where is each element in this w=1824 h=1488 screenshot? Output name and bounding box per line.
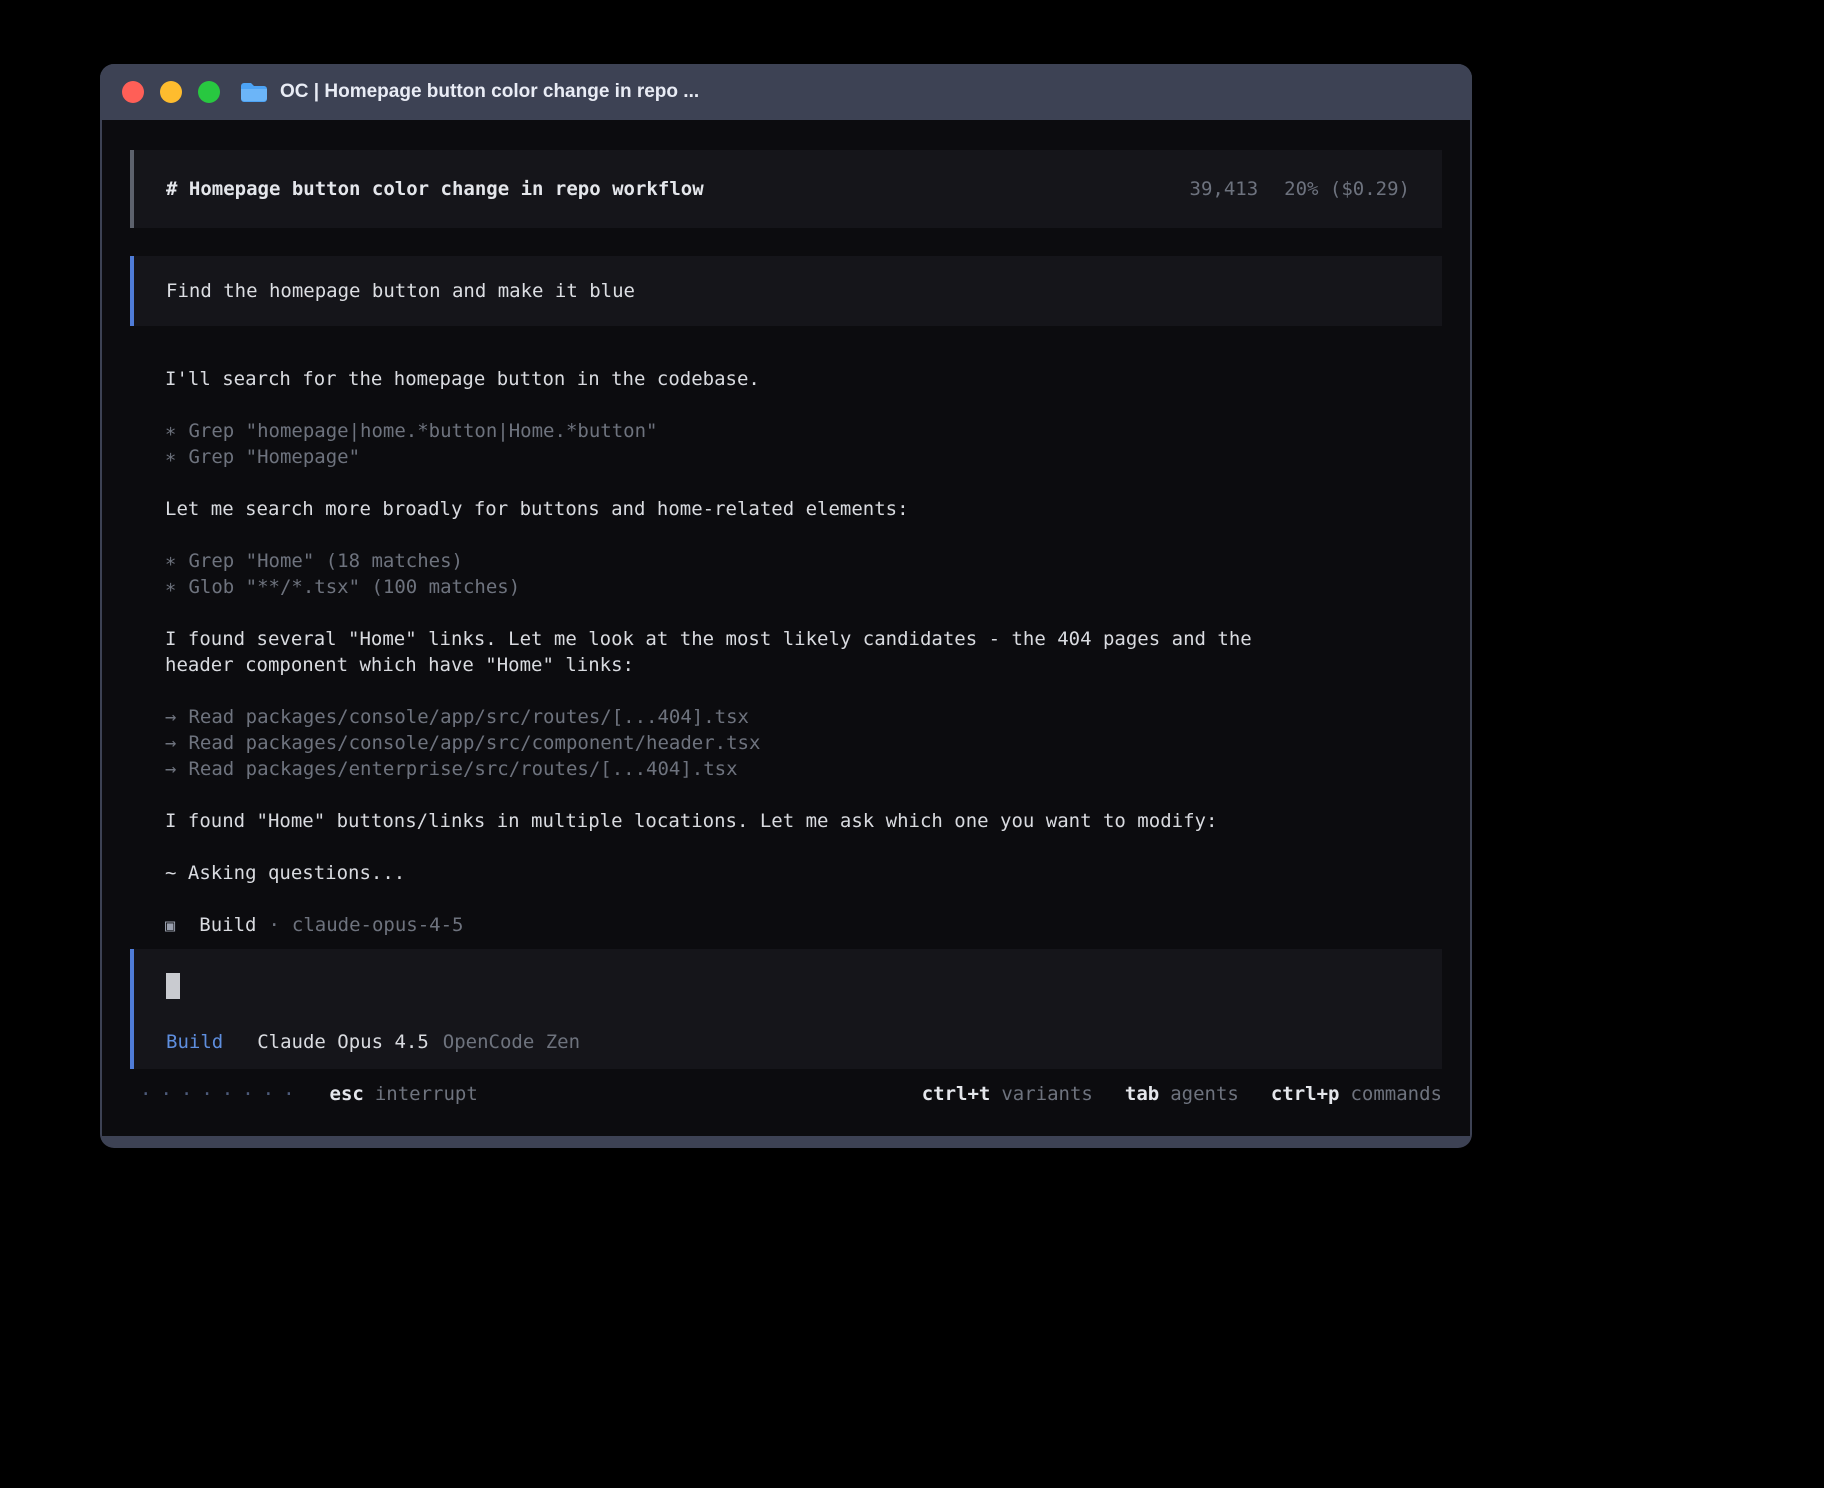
tool-call-text: Grep "Home" (18 matches) — [188, 550, 463, 572]
tool-call-group: ∗ Grep "Home" (18 matches) ∗ Glob "**/*.ts… — [165, 548, 1407, 600]
dot-separator: · — [268, 914, 279, 936]
user-message-text: Find the homepage button and make it blu… — [166, 280, 635, 302]
tool-call: ∗ Grep "Homepage" — [165, 444, 1407, 470]
token-count: 39,413 — [1190, 178, 1259, 200]
session-header: # Homepage button color change in repo w… — [130, 150, 1442, 228]
window-titlebar[interactable]: OC | Homepage button color change in rep… — [100, 64, 1472, 120]
agent-status-icon: ▣ — [165, 916, 175, 936]
close-button[interactable] — [122, 81, 144, 103]
tool-call-text: Glob "**/*.tsx" (100 matches) — [188, 576, 520, 598]
tool-call: ∗ Grep "Home" (18 matches) — [165, 548, 1407, 574]
interrupt-label: interrupt — [375, 1083, 478, 1105]
model-label: Claude Opus 4.5 — [257, 1031, 429, 1053]
tool-call: → Read packages/console/app/src/component… — [165, 730, 1407, 756]
arrow-marker-icon: → — [165, 730, 176, 756]
variants-label: variants — [1001, 1083, 1093, 1105]
tool-call-text: Grep "homepage|home.*button|Home.*button… — [188, 420, 657, 442]
arrow-marker-icon: → — [165, 704, 176, 730]
assistant-paragraph: I'll search for the homepage button in t… — [165, 366, 1407, 392]
window-title: OC | Homepage button color change in rep… — [280, 81, 699, 103]
status-bar: ········ esc interrupt ctrl+t variants tab… — [130, 1083, 1442, 1105]
asterisk-marker-icon: ∗ — [165, 418, 176, 444]
agent-model: claude-opus-4-5 — [292, 914, 464, 936]
arrow-marker-icon: → — [165, 756, 176, 782]
spinner-icon: ········ — [140, 1083, 304, 1105]
user-message: Find the homepage button and make it blu… — [130, 256, 1442, 326]
terminal-content: # Homepage button color change in repo w… — [102, 120, 1470, 1136]
input-status-row: Build Claude Opus 4.5 OpenCode Zen — [166, 1031, 1410, 1053]
title-group: OC | Homepage button color change in rep… — [240, 81, 699, 103]
tool-call-group: → Read packages/console/app/src/routes/[.… — [165, 704, 1407, 782]
agent-name: Build — [199, 914, 256, 936]
ctrl-p-key-hint: ctrl+p — [1271, 1083, 1340, 1105]
asterisk-marker-icon: ∗ — [165, 574, 176, 600]
asterisk-marker-icon: ∗ — [165, 444, 176, 470]
ctrl-t-key-hint: ctrl+t — [922, 1083, 991, 1105]
tool-call-text: Read packages/console/app/src/component/… — [188, 732, 760, 754]
variants-hint: ctrl+t variants — [922, 1083, 1093, 1105]
tool-call-text: Read packages/console/app/src/routes/[..… — [188, 706, 749, 728]
assistant-text-line: I found several "Home" links. Let me loo… — [165, 626, 1407, 652]
agent-mode-label: Build — [166, 1031, 223, 1053]
commands-hint: ctrl+p commands — [1271, 1083, 1442, 1105]
terminal-window: OC | Homepage button color change in rep… — [100, 64, 1472, 1148]
folder-icon — [240, 81, 268, 103]
context-usage: 20% ($0.29) — [1284, 178, 1410, 200]
agents-hint: tab agents — [1125, 1083, 1239, 1105]
assistant-response: I'll search for the homepage button in t… — [130, 366, 1442, 939]
tool-call-text: Read packages/enterprise/src/routes/[...… — [188, 758, 737, 780]
commands-label: commands — [1350, 1083, 1442, 1105]
statusbar-right: ctrl+t variants tab agents ctrl+p commands — [922, 1083, 1442, 1105]
minimize-button[interactable] — [160, 81, 182, 103]
session-stats: 39,413 20% ($0.29) — [1190, 178, 1410, 200]
zoom-button[interactable] — [198, 81, 220, 103]
agents-label: agents — [1170, 1083, 1239, 1105]
assistant-paragraph: Let me search more broadly for buttons a… — [165, 496, 1407, 522]
traffic-lights — [122, 81, 220, 103]
tool-call: → Read packages/enterprise/src/routes/[..… — [165, 756, 1407, 782]
session-title: # Homepage button color change in repo w… — [166, 178, 704, 200]
assistant-text-line: header component which have "Home" links… — [165, 652, 1407, 678]
prompt-input[interactable]: Build Claude Opus 4.5 OpenCode Zen — [130, 949, 1442, 1069]
asking-questions-status: ~ Asking questions... — [165, 860, 1407, 886]
text-cursor — [166, 973, 180, 999]
esc-key-hint: esc — [330, 1083, 364, 1105]
provider-label: OpenCode Zen — [443, 1031, 580, 1053]
statusbar-left: ········ esc interrupt — [140, 1083, 478, 1105]
asterisk-marker-icon: ∗ — [165, 548, 176, 574]
tool-call-text: Grep "Homepage" — [188, 446, 360, 468]
interrupt-hint: esc interrupt — [330, 1083, 478, 1105]
assistant-paragraph: I found "Home" buttons/links in multiple… — [165, 808, 1407, 834]
tool-call: ∗ Glob "**/*.tsx" (100 matches) — [165, 574, 1407, 600]
tab-key-hint: tab — [1125, 1083, 1159, 1105]
tool-call-group: ∗ Grep "homepage|home.*button|Home.*butto… — [165, 418, 1407, 470]
tool-call: → Read packages/console/app/src/routes/[.… — [165, 704, 1407, 730]
agent-status-row: ▣ Build · claude-opus-4-5 — [165, 912, 1407, 939]
tool-call: ∗ Grep "homepage|home.*button|Home.*butto… — [165, 418, 1407, 444]
assistant-paragraph: I found several "Home" links. Let me loo… — [165, 626, 1407, 678]
